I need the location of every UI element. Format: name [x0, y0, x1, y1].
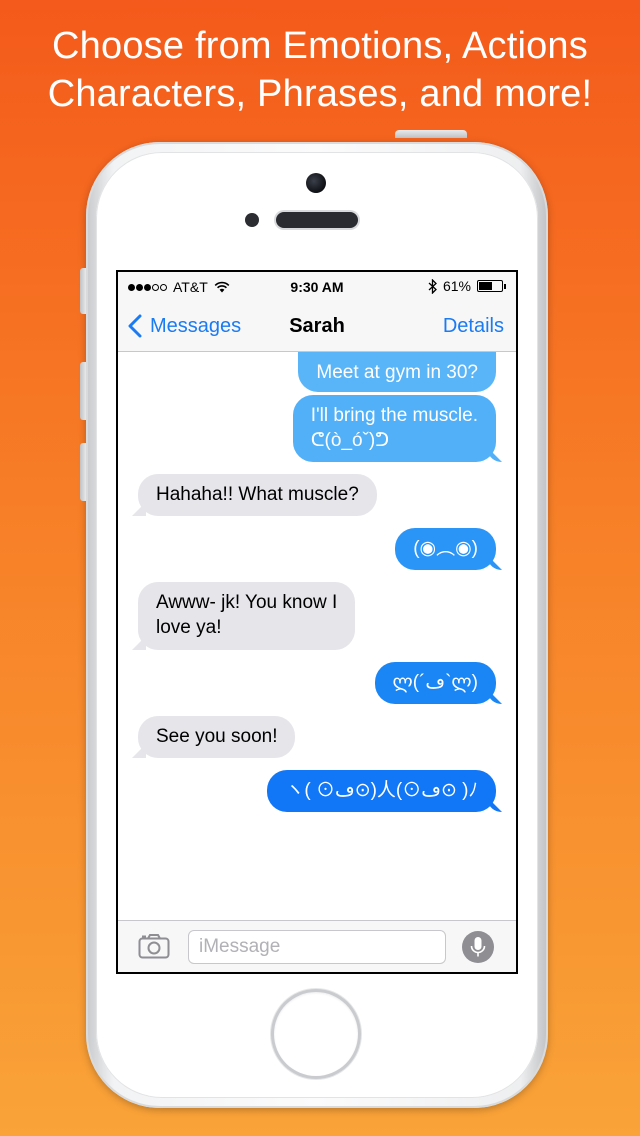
- message-bubble-incoming[interactable]: See you soon!: [138, 716, 296, 758]
- promo-headline-line-2: Characters, Phrases, and more!: [47, 73, 593, 115]
- status-bar-right: 61%: [428, 278, 506, 294]
- bluetooth-icon: [428, 278, 437, 294]
- microphone-button[interactable]: [462, 931, 494, 963]
- volume-down-button: [80, 443, 86, 501]
- home-button[interactable]: [274, 992, 358, 1076]
- compose-bar: [118, 920, 516, 972]
- front-camera: [306, 173, 326, 193]
- message-bubble-outgoing[interactable]: I'll bring the muscle. ᕦ(ò_óˇ)ᕤ: [292, 395, 496, 462]
- mute-switch: [80, 268, 86, 314]
- details-button[interactable]: Details: [443, 315, 504, 338]
- status-bar: AT&T 9:30 AM 61%: [118, 272, 516, 302]
- message-thread[interactable]: Meet at gym in 30? I'll bring the muscle…: [118, 352, 516, 920]
- phone-screen: AT&T 9:30 AM 61% Messages Sarah Details …: [116, 270, 518, 974]
- battery-icon: [477, 280, 503, 292]
- power-button: [395, 130, 467, 138]
- imessage-input[interactable]: [188, 930, 446, 964]
- message-bubble-outgoing[interactable]: ლ(´ڡ`ლ): [374, 662, 496, 704]
- message-bubble-incoming[interactable]: Awww- jk! You know I love ya!: [138, 582, 356, 650]
- volume-up-button: [80, 362, 86, 420]
- message-bubble-outgoing[interactable]: Meet at gym in 30?: [298, 352, 496, 392]
- microphone-icon: [470, 937, 486, 957]
- navigation-bar: Messages Sarah Details: [118, 302, 516, 352]
- messages-app: AT&T 9:30 AM 61% Messages Sarah Details …: [118, 272, 516, 972]
- message-bubble-outgoing[interactable]: ヽ( ⊙ڡ⊙)人(⊙ڡ⊙ )ﾉ: [267, 770, 496, 812]
- battery-percentage: 61%: [442, 278, 471, 294]
- battery-tip: [504, 283, 506, 289]
- promo-headline-line-1: Choose from Emotions, Actions: [52, 25, 588, 67]
- message-bubble-incoming[interactable]: Hahaha!! What muscle?: [138, 474, 377, 516]
- message-bubble-outgoing[interactable]: (◉︵◉): [395, 528, 496, 570]
- proximity-sensor: [245, 213, 259, 227]
- battery-level: [479, 282, 493, 290]
- camera-icon[interactable]: [138, 933, 170, 959]
- earpiece-speaker: [276, 212, 358, 228]
